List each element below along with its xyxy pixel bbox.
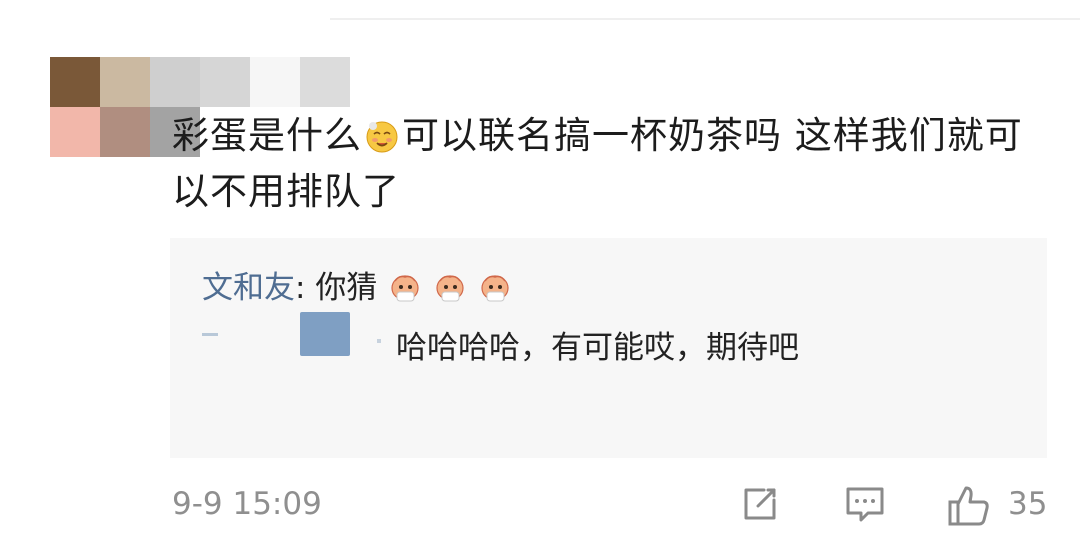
reply-line-1: 文和友: 你猜 xyxy=(202,266,514,317)
reply-line-2: 哈哈哈哈，有可能哎，期待吧 xyxy=(396,330,799,366)
reply-author-link[interactable]: 文和友 xyxy=(202,270,295,306)
like-icon[interactable] xyxy=(946,484,992,532)
top-divider xyxy=(330,18,1080,20)
comment-icon[interactable] xyxy=(844,484,886,528)
comment-text: 彩蛋是什么 可以联名搞一杯奶茶吗 这样我们就可以不用排队了 xyxy=(172,108,1052,220)
blurred-username-dash xyxy=(202,333,218,336)
share-icon[interactable] xyxy=(740,484,780,528)
like-count: 35 xyxy=(1008,486,1048,522)
comment-text-part-1: 彩蛋是什么 xyxy=(172,114,362,157)
shrimp-emoji-icon xyxy=(391,275,419,302)
shrimp-emoji-row xyxy=(389,272,514,317)
timestamp: 9-9 15:09 xyxy=(172,486,322,522)
reply-separator: : xyxy=(295,270,316,306)
shrimp-emoji-icon xyxy=(436,275,464,302)
shrimp-emoji-icon xyxy=(481,275,509,302)
blurred-username-dot xyxy=(377,339,381,343)
reply-content: 你猜 xyxy=(315,270,378,306)
blurred-username xyxy=(300,312,350,356)
shy-face-emoji-icon xyxy=(364,114,400,153)
reply-box[interactable]: 文和友: 你猜 哈哈哈哈，有可能哎，期待吧 xyxy=(170,238,1047,458)
